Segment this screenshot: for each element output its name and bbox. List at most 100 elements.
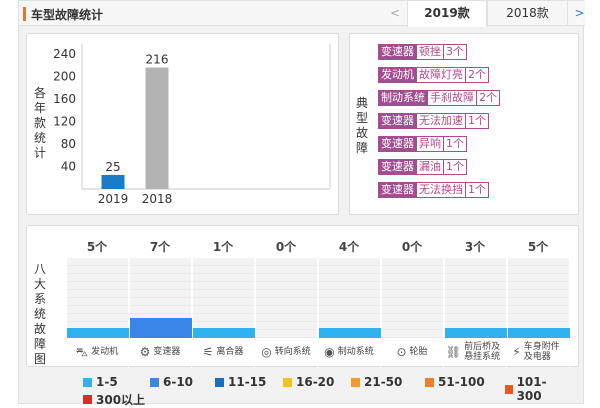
system-fault-plot: [507, 258, 570, 338]
fault-system-tag: 变速器: [378, 182, 417, 198]
system-fault-plot: [255, 258, 317, 338]
system-fault-count: 0个: [381, 236, 443, 258]
fault-issue-tag: 无法换挡: [417, 182, 466, 198]
tab-2018[interactable]: 2018款: [487, 1, 567, 26]
x-tick-label: 2018: [142, 192, 173, 206]
fault-stats-panel: 车型故障统计 < 2019款 2018款 > 各年款统计 40 80 120 160 2…: [18, 0, 585, 407]
fault-count-tag: 1个: [466, 182, 489, 198]
bar-value-label: 216: [146, 53, 169, 67]
fault-count-tag: 2个: [466, 67, 489, 83]
system-fault-level-fill: [130, 318, 192, 338]
bar-value-label: 25: [105, 160, 120, 174]
legend-label: 51-100: [438, 375, 485, 389]
fault-issue-tag: 漏油: [417, 159, 444, 175]
yearly-bar-chart: 40 80 120 160 200 240 25 2019 216 2018: [53, 44, 331, 206]
system-name-label: 前后桥及悬挂系统: [464, 342, 501, 362]
system-fault-count: 5个: [507, 236, 569, 258]
y-tick-label: 120: [53, 115, 76, 129]
system-fault-level-fill: [67, 328, 129, 338]
legend-swatch: [83, 377, 92, 387]
fault-tag-row[interactable]: 制动系统 手刹故障 2个: [378, 90, 500, 106]
y-tick-label: 80: [61, 137, 76, 151]
electrical-icon: ⚡: [512, 345, 521, 359]
suspension-icon: ⛓: [445, 345, 462, 359]
legend-label: 6-10: [163, 375, 194, 389]
system-column[interactable]: 4个 ◉ 制动系统: [318, 236, 381, 368]
system-column[interactable]: 0个 ◎ 转向系统: [255, 236, 318, 368]
y-tick-label: 200: [53, 70, 76, 84]
fault-issue-tag: 故障灯亮: [417, 67, 466, 83]
clutch-icon: ⚟: [202, 345, 214, 359]
tire-icon: ⊙: [396, 345, 407, 359]
legend-item: 16-20: [283, 375, 334, 389]
system-columns: 5个 ⛍ 发动机 7个 ⚙ 变速器 1个 ⚟ 离合器 0个 ◎ 转向系统 4个 ◉ 制动系统 0个 ⊙ 轮胎 3个 ⛓…: [66, 236, 570, 368]
system-column[interactable]: 7个 ⚙ 变速器: [129, 236, 192, 368]
system-column[interactable]: 5个 ⛍ 发动机: [66, 236, 129, 368]
matrix-label: 八大系统故障图: [33, 262, 46, 366]
legend-label: 16-20: [296, 375, 335, 389]
system-fault-count: 7个: [129, 236, 191, 258]
legend-item: 11-15: [215, 375, 266, 389]
fault-tag-row[interactable]: 变速器 顿挫 3个: [378, 44, 500, 60]
fault-tag-row[interactable]: 变速器 漏油 1个: [378, 159, 500, 175]
fault-system-tag: 变速器: [378, 113, 417, 129]
year-tabs: < 2019款 2018款 >: [383, 1, 591, 27]
legend-swatch: [425, 377, 434, 387]
fault-issue-tag: 异响: [417, 136, 444, 152]
fault-system-tag: 变速器: [378, 136, 417, 152]
y-tick-label: 160: [53, 92, 76, 106]
system-fault-count: 1个: [192, 236, 254, 258]
system-name: ◎ 转向系统: [255, 338, 317, 366]
system-name: ◉ 制动系统: [318, 338, 380, 366]
system-fault-level-fill: [319, 328, 381, 338]
legend-item: 101-300: [505, 375, 563, 403]
system-fault-count: 5个: [66, 236, 128, 258]
system-column[interactable]: 1个 ⚟ 离合器: [192, 236, 255, 368]
system-fault-plot: [129, 258, 192, 338]
engine-icon: ⛍: [75, 345, 89, 359]
legend-item: 1-5: [83, 375, 118, 389]
fault-tag-row[interactable]: 发动机 故障灯亮 2个: [378, 67, 500, 83]
system-name: ⚟ 离合器: [192, 338, 254, 366]
fault-tag-row[interactable]: 变速器 异响 1个: [378, 136, 500, 152]
brake-icon: ◉: [324, 345, 335, 359]
system-name-label: 制动系统: [337, 347, 374, 357]
fault-count-tag: 1个: [444, 136, 467, 152]
x-tick-label: 2019: [98, 192, 129, 206]
legend-swatch: [83, 395, 92, 404]
legend-label: 1-5: [96, 375, 118, 389]
system-fault-count: 3个: [444, 236, 506, 258]
legend-swatch: [351, 377, 360, 387]
fault-tag-row[interactable]: 变速器 无法换挡 1个: [378, 182, 500, 198]
fault-count-tag: 1个: [466, 113, 489, 129]
system-name: ⛓ 前后桥及悬挂系统: [444, 338, 506, 366]
system-column[interactable]: 0个 ⊙ 轮胎: [381, 236, 444, 368]
panel-header: 车型故障统计 < 2019款 2018款 >: [19, 1, 585, 27]
y-tick-label: 40: [61, 160, 76, 174]
system-name-label: 转向系统: [274, 347, 311, 357]
tab-next-arrow-icon[interactable]: >: [567, 1, 591, 26]
fault-issue-tag: 手刹故障: [428, 90, 477, 106]
tab-2019[interactable]: 2019款: [407, 1, 487, 27]
system-fault-plot: [444, 258, 507, 338]
system-column[interactable]: 5个 ⚡ 车身附件及电器: [507, 236, 570, 368]
steering-icon: ◎: [261, 345, 272, 359]
system-name: ⚡ 车身附件及电器: [507, 338, 569, 366]
system-fault-plot: [192, 258, 255, 338]
panel-title: 车型故障统计: [31, 8, 104, 22]
system-name: ⊙ 轮胎: [381, 338, 443, 366]
typical-faults-box: 典型故障 变速器 顿挫 3个 发动机 故障灯亮 2个 制动系统 手刹故障 2个 变速器 无法加速 1个…: [349, 33, 579, 215]
title-accent-bar: [23, 7, 26, 21]
fault-system-tag: 制动系统: [378, 90, 428, 106]
typical-faults-list: 变速器 顿挫 3个 发动机 故障灯亮 2个 制动系统 手刹故障 2个 变速器 无法加速 1个 变速器 异响…: [378, 44, 500, 205]
legend-label: 101-300: [516, 375, 547, 403]
system-column[interactable]: 3个 ⛓ 前后桥及悬挂系统: [444, 236, 507, 368]
fault-issue-tag: 无法加速: [417, 113, 466, 129]
tab-prev-arrow-icon[interactable]: <: [383, 1, 407, 26]
fault-tag-row[interactable]: 变速器 无法加速 1个: [378, 113, 500, 129]
bar-2018: [145, 67, 169, 189]
system-fault-level-fill: [445, 328, 507, 338]
system-fault-level-fill: [508, 328, 570, 338]
system-name-label: 变速器: [153, 347, 181, 357]
fault-count-tag: 1个: [444, 159, 467, 175]
